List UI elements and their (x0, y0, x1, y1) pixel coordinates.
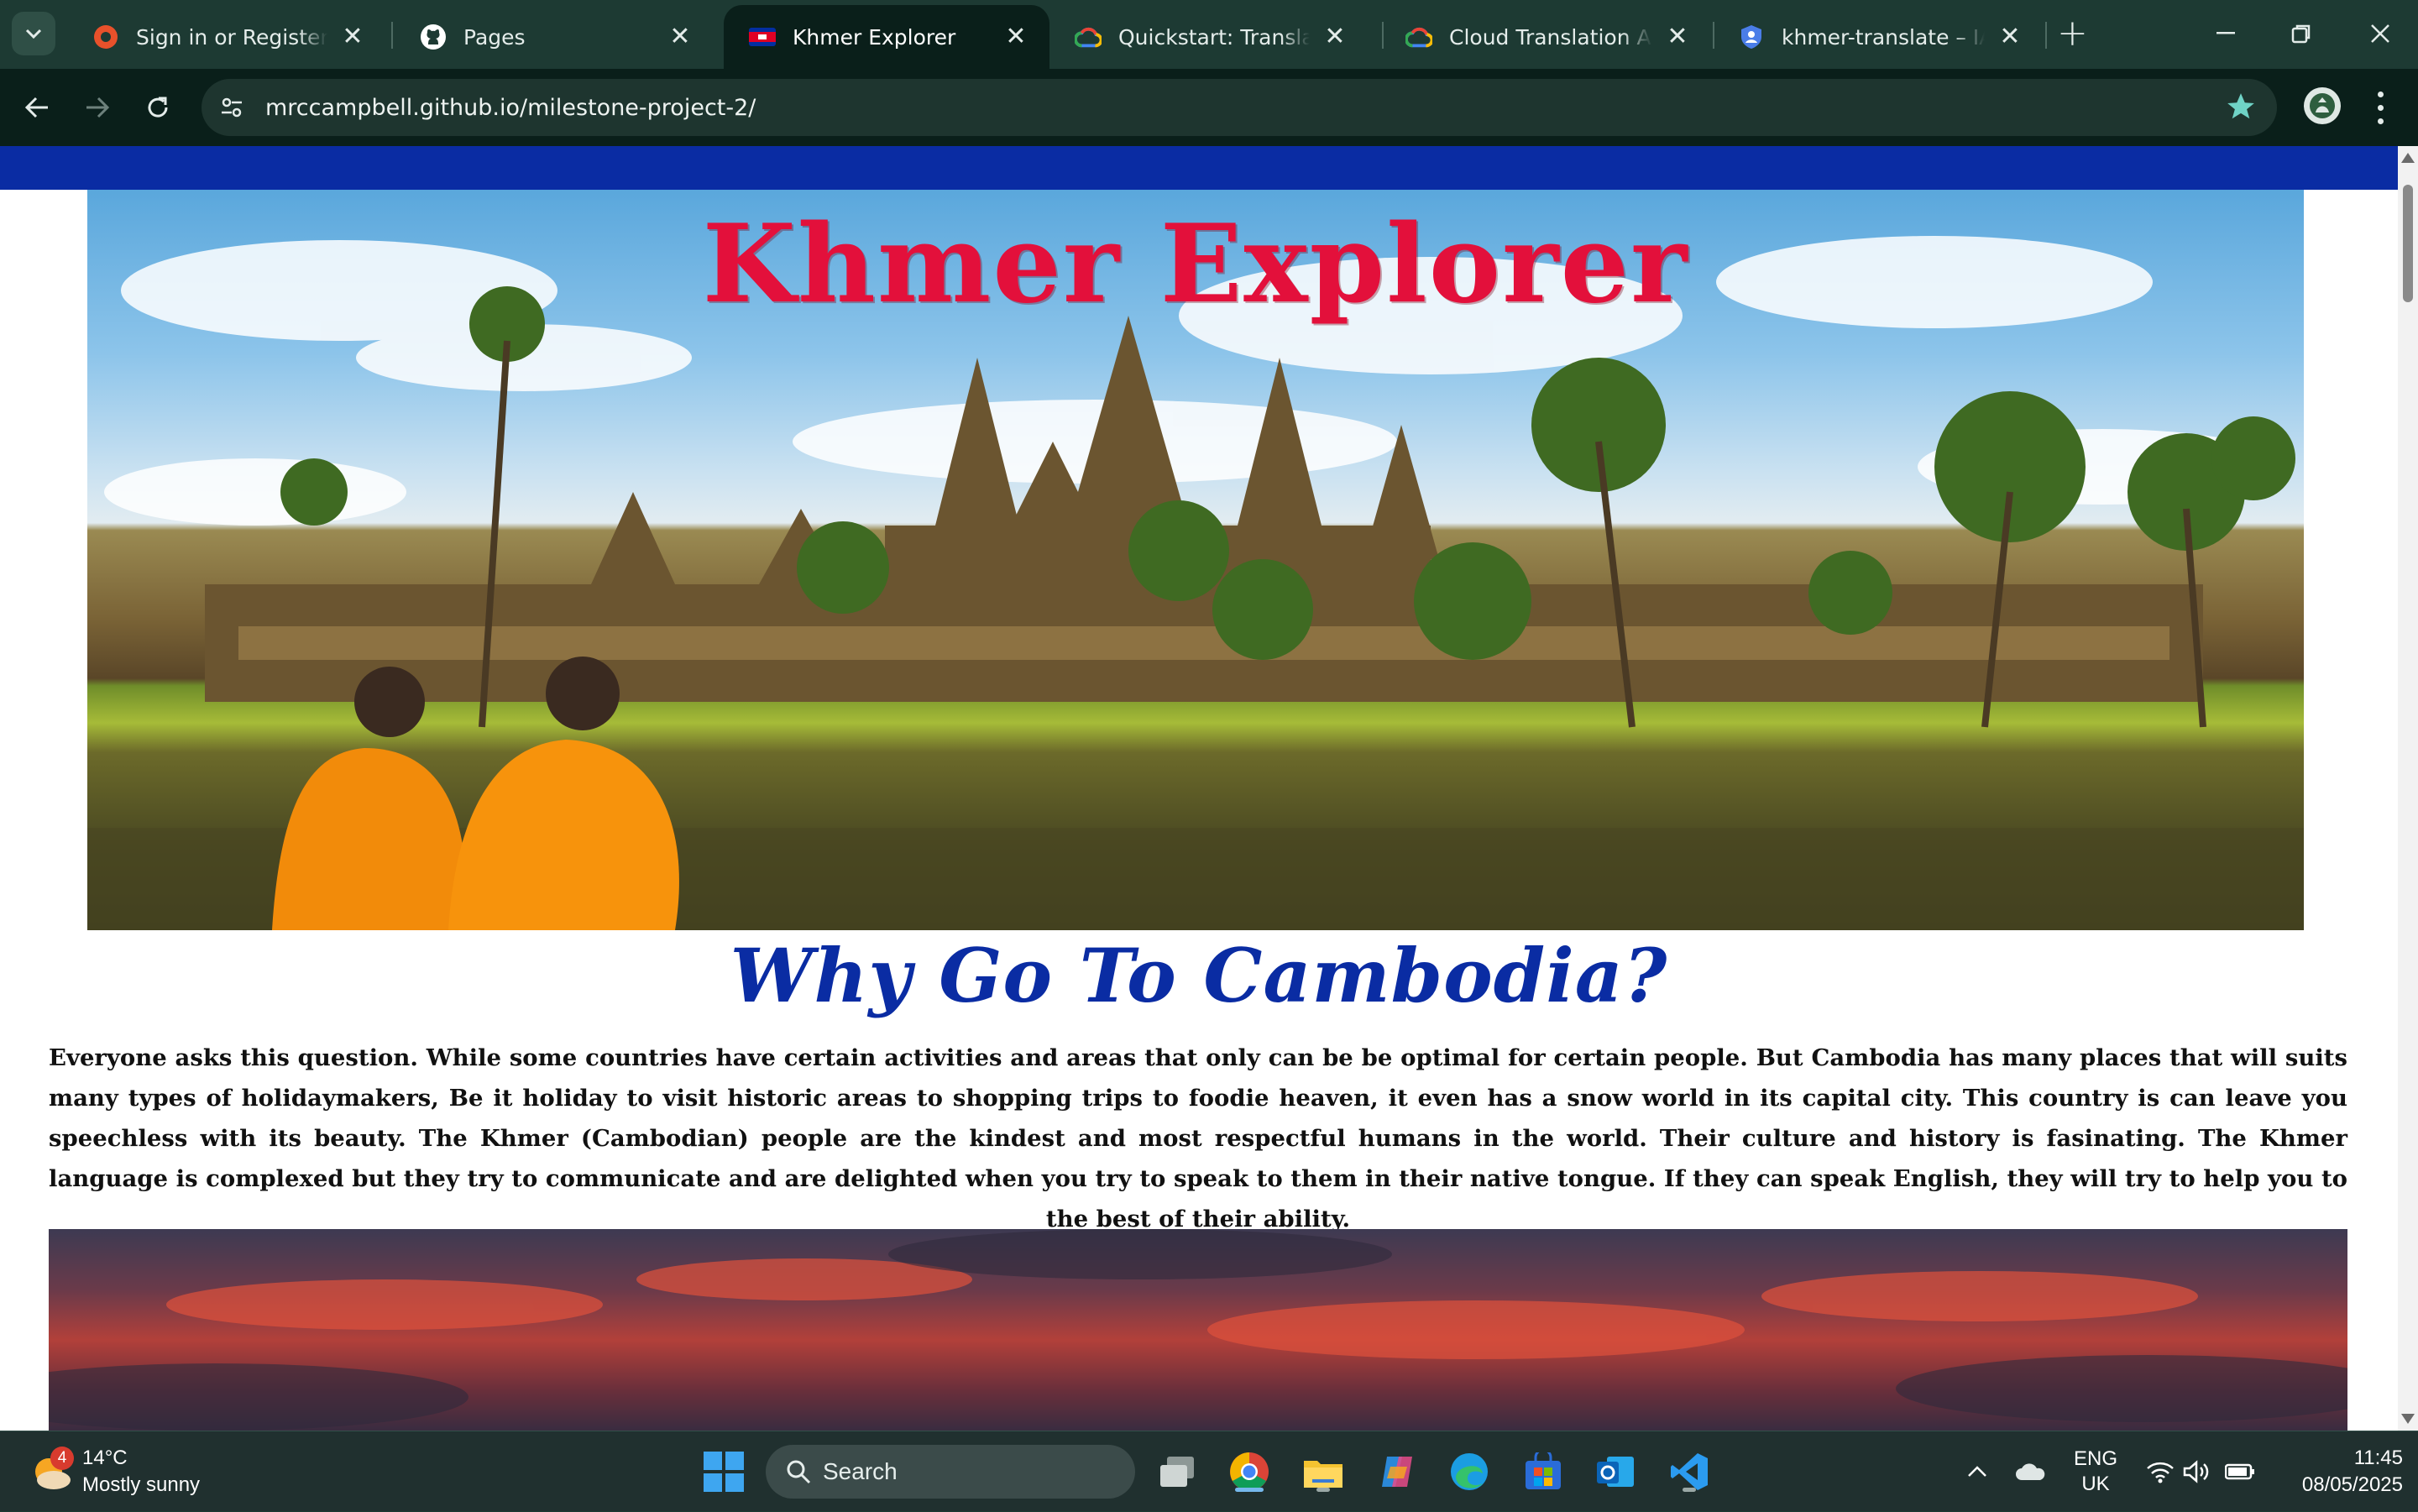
page-viewport: Khmer Explorer Why Go To Cambodia? Every… (0, 146, 2398, 1431)
close-tab-icon[interactable]: ✕ (1666, 24, 1689, 50)
tab-khmer-explorer[interactable]: Khmer Explorer ✕ (724, 5, 1049, 69)
url-text[interactable]: mrccampbell.github.io/milestone-project-… (265, 95, 756, 121)
close-tab-icon[interactable]: ✕ (1323, 24, 1347, 50)
restore-button[interactable] (2264, 7, 2339, 60)
site-info-icon[interactable] (215, 91, 249, 124)
bookmark-star-icon[interactable] (2225, 91, 2257, 126)
tab-title: Cloud Translation API | Google Cloud (1449, 24, 1652, 50)
back-arrow-icon (24, 97, 48, 118)
clock-date: 08/05/2025 (2301, 1473, 2403, 1496)
site-title: Khmer Explorer (702, 201, 1689, 327)
vscode-icon (1671, 1453, 1708, 1490)
tab-title: Sign in or Register | Codecademy (136, 24, 327, 50)
browser-toolbar: mrccampbell.github.io/milestone-project-… (0, 69, 2418, 146)
weather-badge: 4 (50, 1447, 74, 1470)
google-cloud-icon (1075, 24, 1102, 50)
tab-iam-admin[interactable]: khmer-translate – IAM & Admin ✕ (1713, 5, 2044, 69)
restore-icon (2291, 24, 2311, 44)
minimize-icon (2216, 32, 2235, 34)
avatar-icon (2310, 93, 2335, 118)
google-cloud-icon (1405, 24, 1432, 50)
wifi-icon[interactable] (2146, 1431, 2175, 1512)
folder-icon (1304, 1461, 1342, 1488)
store-icon (1526, 1452, 1561, 1489)
profile-avatar[interactable] (2304, 87, 2341, 124)
taskbar-chrome[interactable] (1226, 1448, 1273, 1495)
taskbar-store[interactable] (1520, 1448, 1567, 1495)
new-tab-button[interactable]: + (2057, 15, 2088, 52)
taskbar-outlook[interactable] (1592, 1448, 1639, 1495)
onedrive-icon[interactable] (2015, 1431, 2047, 1512)
windows-logo-icon (704, 1452, 744, 1492)
tab-pages[interactable]: Pages ✕ (395, 5, 714, 69)
tab-title: Khmer Explorer (793, 24, 956, 50)
taskbar-file-explorer[interactable] (1300, 1448, 1347, 1495)
reload-icon (148, 97, 168, 118)
chrome-icon (1230, 1452, 1269, 1491)
back-button[interactable] (13, 84, 60, 131)
forward-arrow-icon (86, 97, 110, 118)
shield-icon (1738, 24, 1765, 50)
scroll-up-arrow[interactable] (2401, 153, 2415, 163)
section-heading: Why Go To Cambodia? (730, 932, 1668, 1019)
language-line1: ENG (2074, 1447, 2118, 1470)
browser-menu-button[interactable] (2368, 87, 2393, 128)
tab-codecademy[interactable]: Sign in or Register | Codecademy ✕ (67, 5, 386, 69)
close-icon (2371, 24, 2389, 43)
weather-widget[interactable]: 4 14°C Mostly sunny (30, 1445, 200, 1499)
sunset-image (49, 1229, 2347, 1431)
cambodia-flag-icon (749, 24, 776, 50)
codeinstitute-icon (92, 24, 119, 50)
language-line2: UK (2081, 1473, 2110, 1495)
tab-quickstart[interactable]: Quickstart: Translate text ✕ (1049, 5, 1369, 69)
github-icon (420, 24, 447, 50)
chevron-up-icon (1968, 1466, 1986, 1477)
outlook-icon (1597, 1457, 1634, 1487)
tray-overflow-button[interactable] (1966, 1431, 1988, 1512)
close-window-button[interactable] (2342, 7, 2418, 60)
chevron-down-icon (25, 29, 42, 39)
taskbar-vscode[interactable] (1666, 1448, 1713, 1495)
close-tab-icon[interactable]: ✕ (341, 24, 364, 50)
edge-icon (1451, 1453, 1488, 1490)
tab-title: Pages (463, 24, 526, 50)
taskbar-edge[interactable] (1446, 1448, 1493, 1495)
sun-cloud-icon: 4 (30, 1447, 74, 1494)
site-navbar (0, 146, 2398, 190)
tab-title: khmer-translate – IAM & Admin (1782, 24, 1985, 50)
copilot-icon (1382, 1457, 1412, 1487)
clock-time: 11:45 (2353, 1447, 2403, 1469)
reload-button[interactable] (134, 84, 181, 131)
tab-search-button[interactable] (12, 12, 55, 55)
close-tab-icon[interactable]: ✕ (1004, 24, 1028, 50)
task-view-button[interactable] (1154, 1448, 1201, 1495)
search-label: Search (823, 1458, 898, 1484)
close-tab-icon[interactable]: ✕ (668, 24, 692, 50)
close-tab-icon[interactable]: ✕ (1998, 24, 2022, 50)
minimize-button[interactable] (2188, 7, 2264, 60)
tab-title: Quickstart: Translate text (1118, 24, 1310, 50)
tab-cloud-translation[interactable]: Cloud Translation API | Google Cloud ✕ (1380, 5, 1711, 69)
volume-icon[interactable] (2183, 1431, 2210, 1512)
intro-paragraph: Everyone asks this question. While some … (49, 1044, 2347, 1232)
tab-strip: Sign in or Register | Codecademy ✕ Pages… (0, 0, 2418, 69)
page-scrollbar[interactable] (2398, 146, 2418, 1431)
taskbar-copilot[interactable] (1374, 1448, 1421, 1495)
input-language[interactable]: ENG UK (2074, 1431, 2117, 1512)
taskbar-search[interactable]: Search (766, 1445, 1135, 1499)
forward-button[interactable] (74, 84, 121, 131)
windows-taskbar: 4 14°C Mostly sunny Search ENG UK 11:45 … (0, 1431, 2418, 1511)
hero-image-angkor-wat: Khmer Explorer (87, 190, 2304, 930)
address-bar[interactable]: mrccampbell.github.io/milestone-project-… (202, 79, 2277, 136)
weather-temp: 14°C (82, 1447, 128, 1469)
weather-condition: Mostly sunny (82, 1473, 201, 1496)
search-icon (787, 1460, 811, 1484)
task-view-icon (1160, 1457, 1194, 1487)
system-clock[interactable]: 11:45 08/05/2025 (2269, 1445, 2403, 1499)
start-button[interactable] (700, 1448, 747, 1495)
battery-icon[interactable] (2225, 1431, 2255, 1512)
scroll-down-arrow[interactable] (2401, 1414, 2415, 1424)
scrollbar-thumb[interactable] (2403, 185, 2413, 302)
